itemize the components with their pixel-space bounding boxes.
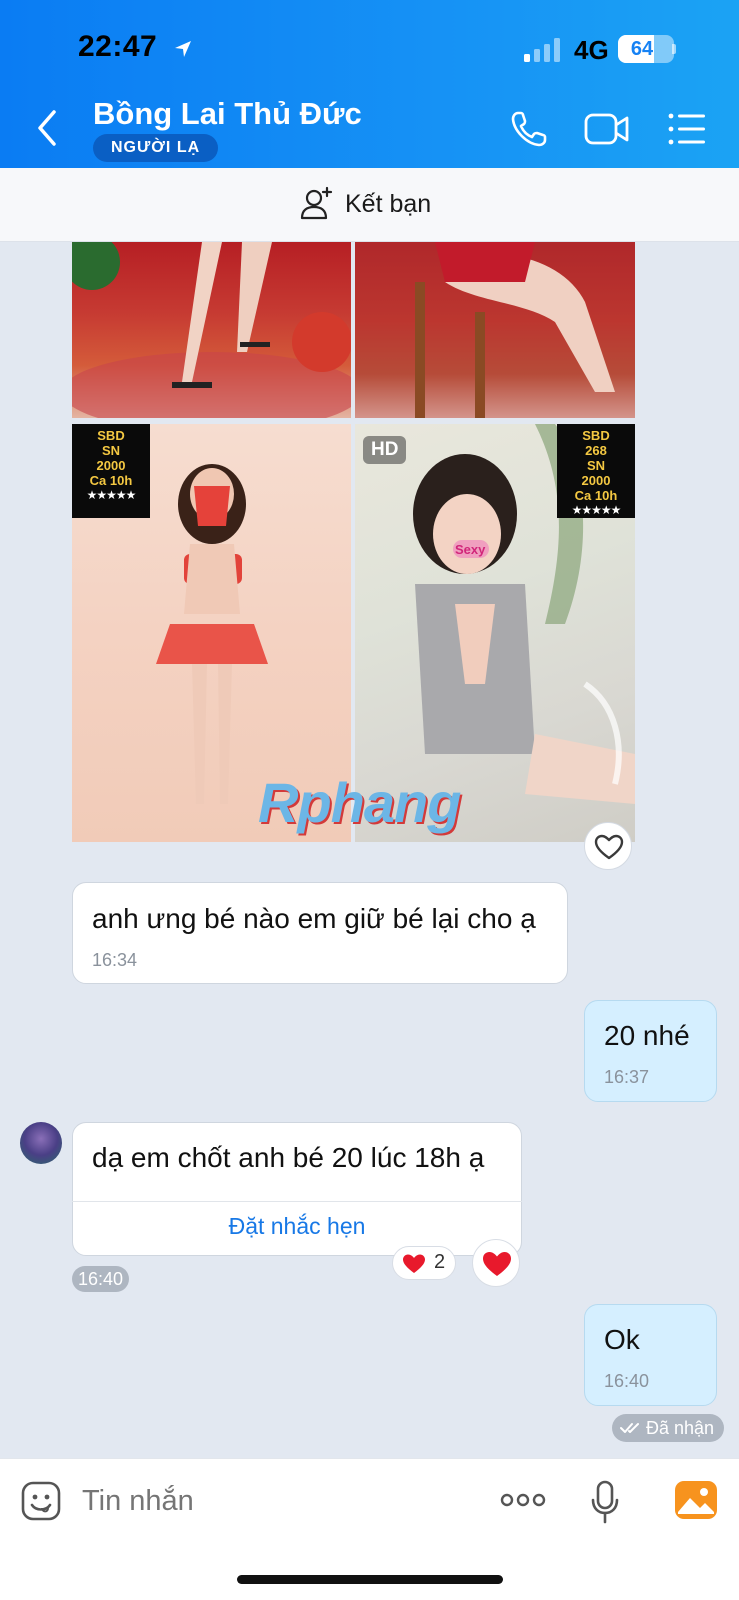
- heart-outline-icon: [594, 834, 624, 860]
- set-reminder-link[interactable]: Đặt nhắc hẹn: [72, 1213, 522, 1240]
- microphone-icon[interactable]: [590, 1480, 620, 1524]
- watermark-text: Rphang: [258, 771, 461, 834]
- hd-badge: HD: [363, 436, 407, 464]
- stranger-badge: NGƯỜI LẠ: [93, 134, 219, 162]
- message-input[interactable]: [82, 1485, 462, 1518]
- message-time: 16:37: [604, 1067, 650, 1087]
- react-button[interactable]: [472, 1239, 520, 1287]
- like-button[interactable]: [584, 822, 632, 870]
- sexy-sticker: Sexy: [455, 542, 486, 557]
- message-text: anh ưng bé nào em giữ bé lại cho ạ: [92, 903, 536, 934]
- heart-icon: [403, 1254, 425, 1273]
- reaction-summary[interactable]: [392, 1246, 456, 1280]
- message-text: dạ em chốt anh bé 20 lúc 18h ạ: [92, 1142, 485, 1173]
- sticker-emoji-icon[interactable]: [20, 1480, 62, 1522]
- back-arrow-icon[interactable]: [34, 108, 62, 148]
- home-indicator: [237, 1575, 503, 1584]
- photo-gallery-icon[interactable]: [674, 1480, 718, 1520]
- phone-call-icon[interactable]: [510, 110, 548, 148]
- divider: [72, 1201, 522, 1202]
- chat-title[interactable]: Bồng Lai Thủ Đức: [93, 96, 362, 132]
- photo-top-left[interactable]: [72, 242, 351, 418]
- battery-icon: 64: [618, 35, 674, 63]
- photo-scene-legs-left: [72, 242, 351, 418]
- sender-avatar[interactable]: [20, 1122, 62, 1164]
- location-arrow-icon: [175, 41, 191, 57]
- network-type: 4G: [574, 35, 609, 65]
- double-check-icon: [620, 1423, 639, 1433]
- reaction-count: 2: [434, 1251, 446, 1273]
- video-call-icon[interactable]: [584, 112, 630, 146]
- battery-cap: [672, 44, 676, 54]
- heart-icon: [483, 1252, 511, 1276]
- message-time: 16:34: [92, 950, 138, 970]
- photo-scene-legs-right: [355, 242, 635, 418]
- add-user-icon[interactable]: [300, 186, 334, 220]
- status-time: 22:47: [78, 30, 158, 63]
- message-text: 20 nhé: [604, 1020, 690, 1051]
- photo-top-right[interactable]: [355, 242, 635, 418]
- add-friend-label[interactable]: Kết bạn: [345, 190, 431, 219]
- menu-list-icon[interactable]: [668, 112, 706, 146]
- signal-icon: [524, 38, 560, 62]
- message-time: 16:40: [72, 1266, 130, 1292]
- promo-tag-left: SBD SN 2000 Ca 10h ★★★★★: [72, 424, 150, 518]
- message-time: 16:40: [604, 1371, 650, 1391]
- more-options-icon[interactable]: [500, 1492, 546, 1508]
- message-text: Ok: [604, 1324, 640, 1355]
- promo-tag-right: SBD 268 SN 2000 Ca 10h ★★★★★: [557, 424, 635, 518]
- battery-level: 64: [630, 38, 654, 60]
